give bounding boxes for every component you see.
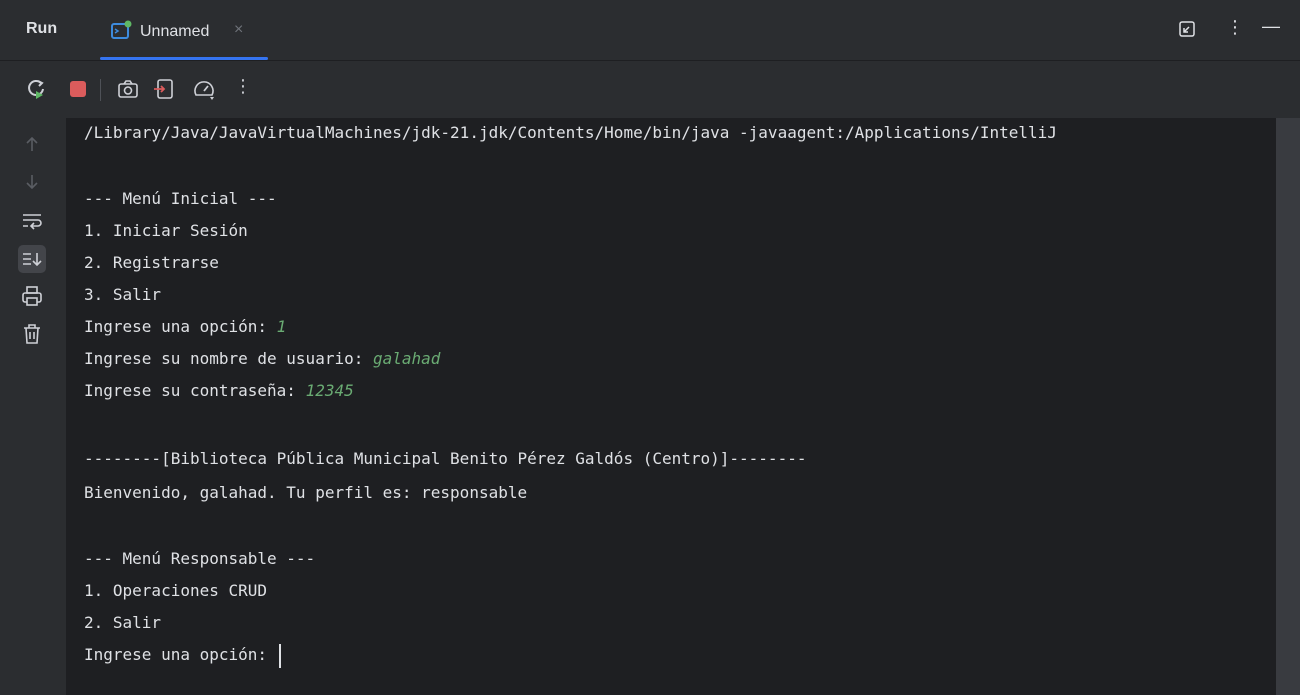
console-icon: [111, 20, 132, 39]
console-gutter: [0, 118, 65, 695]
tab-active-indicator: [100, 57, 268, 60]
user-input-username: galahad: [372, 349, 441, 368]
minimize-icon[interactable]: —: [1262, 16, 1280, 37]
prompt-text: Ingrese su contraseña:: [84, 381, 306, 400]
console-output[interactable]: /Library/Java/JavaVirtualMachines/jdk-21…: [66, 118, 1276, 695]
soft-wrap-icon[interactable]: [20, 208, 44, 232]
tab-unnamed[interactable]: Unnamed ×: [100, 10, 268, 60]
console-line: 3. Salir: [84, 285, 162, 304]
toolbar-more-icon[interactable]: ⋮: [234, 76, 252, 97]
console-scrollbar[interactable]: [1276, 118, 1300, 695]
user-input-option: 1: [276, 317, 287, 336]
console-line-welcome: Bienvenido, galahad. Tu perfil es: respo…: [84, 483, 528, 502]
user-input-password: 12345: [305, 381, 354, 400]
console-line: 1. Operaciones CRUD: [84, 581, 268, 600]
more-options-icon[interactable]: ⋮: [1226, 17, 1244, 38]
console-line: 2. Registrarse: [84, 253, 219, 272]
console-line-command: /Library/Java/JavaVirtualMachines/jdk-21…: [84, 123, 1057, 142]
scroll-to-end-icon[interactable]: [20, 247, 44, 271]
console-line: 2. Salir: [84, 613, 162, 632]
run-tool-window: Run Unnamed × ⋮ — ⋮ /Library/Java/JavaVi…: [0, 0, 1300, 695]
restore-icon[interactable]: [1176, 18, 1198, 40]
arrow-down-icon[interactable]: [20, 170, 44, 194]
console-line: --- Menú Responsable ---: [84, 549, 316, 568]
print-icon[interactable]: [20, 284, 44, 308]
toolbar-separator: [100, 79, 101, 101]
rerun-icon[interactable]: [24, 77, 48, 101]
console-line: 1. Iniciar Sesión: [84, 221, 248, 240]
run-toolbar: ⋮: [0, 61, 1300, 117]
attach-exit-icon[interactable]: [152, 77, 176, 101]
tool-window-title: Run: [26, 20, 58, 37]
tab-close-icon[interactable]: ×: [234, 21, 243, 39]
prompt-text: Ingrese una opción:: [84, 317, 277, 336]
console-line: --- Menú Inicial ---: [84, 189, 277, 208]
console-line-banner: --------[Biblioteca Pública Municipal Be…: [84, 449, 807, 468]
prompt-text: Ingrese una opción:: [84, 645, 277, 664]
text-caret: [278, 643, 281, 668]
prompt-text: Ingrese su nombre de usuario:: [84, 349, 373, 368]
profiler-gauge-icon[interactable]: [192, 77, 216, 101]
trash-icon[interactable]: [20, 322, 44, 346]
stop-icon[interactable]: [66, 77, 90, 101]
arrow-up-icon[interactable]: [20, 132, 44, 156]
tab-label: Unnamed: [140, 23, 210, 40]
console-line-final-prompt[interactable]: Ingrese una opción:: [84, 640, 281, 670]
console-line-user-prompt: Ingrese su nombre de usuario: galahad: [84, 344, 440, 374]
camera-icon[interactable]: [116, 77, 140, 101]
console-line-option-prompt: Ingrese una opción: 1: [84, 312, 286, 342]
tool-window-header: Run Unnamed × ⋮ —: [0, 0, 1300, 61]
console-line-pass-prompt: Ingrese su contraseña: 12345: [84, 376, 354, 406]
